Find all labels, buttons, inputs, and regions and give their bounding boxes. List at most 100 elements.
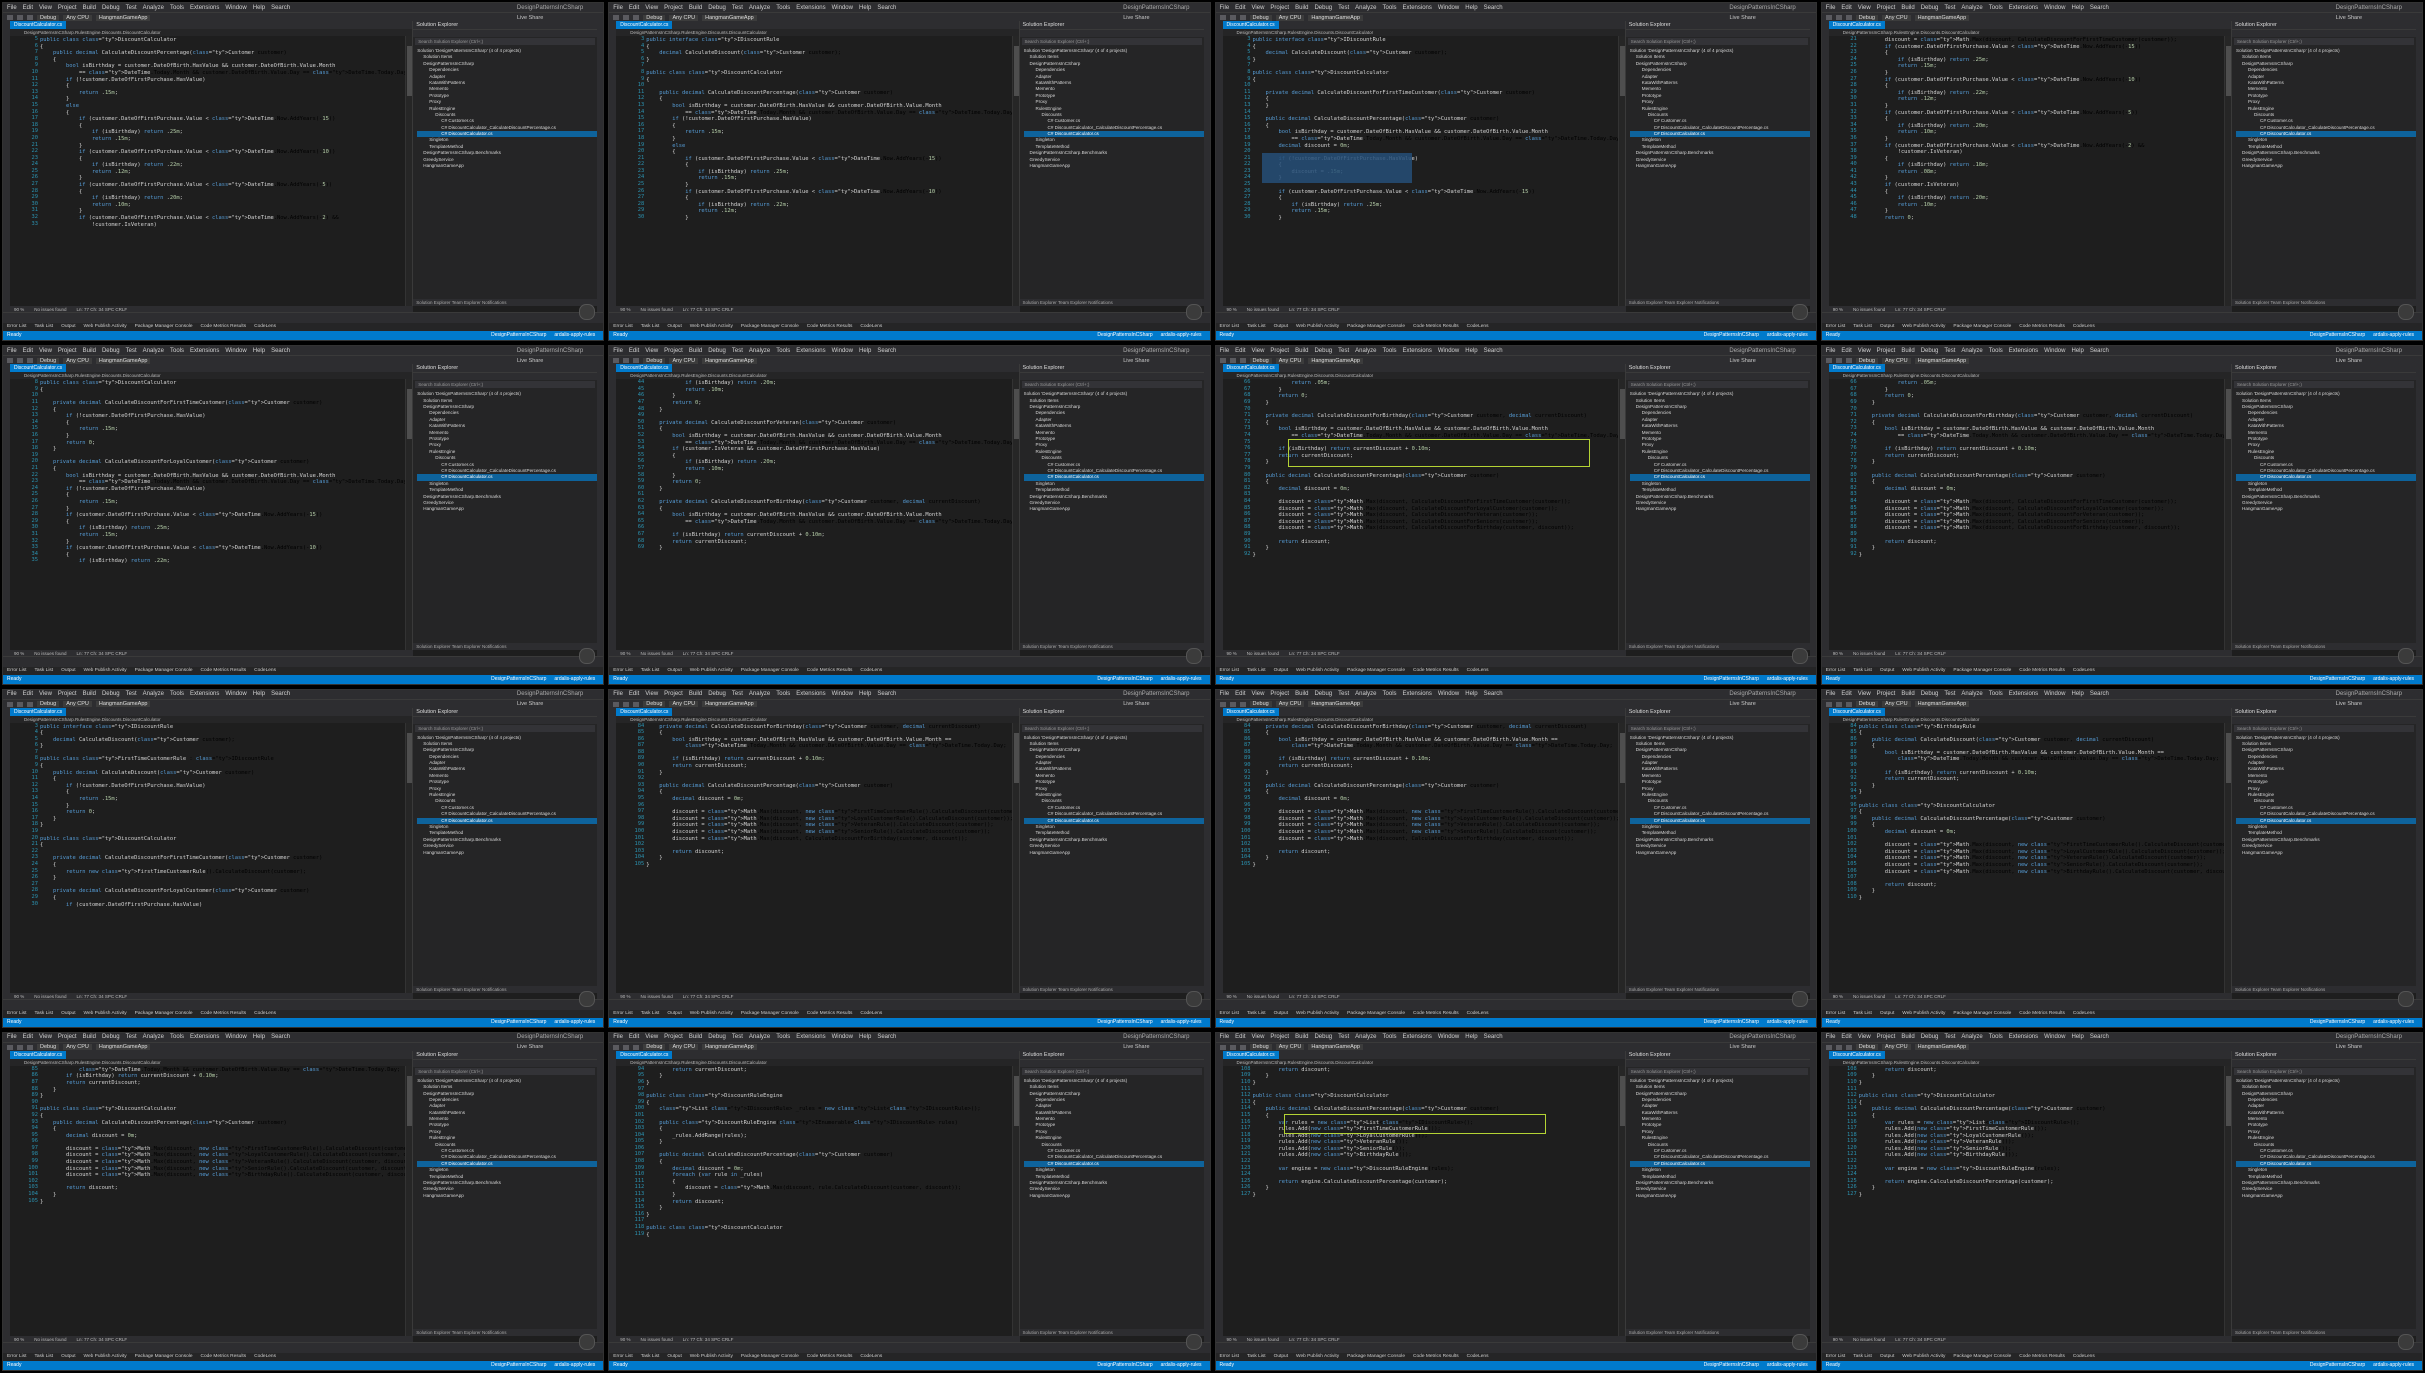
code-line[interactable] bbox=[40, 453, 405, 460]
code-line[interactable]: class="ty">DateTime.Today.Month && custo… bbox=[40, 1067, 405, 1074]
code-line[interactable]: == class="ty">DateTime.Today.Month && cu… bbox=[646, 440, 1011, 447]
bottom-tab[interactable]: Web Publish Activity bbox=[1296, 667, 1339, 675]
menu-item[interactable]: Help bbox=[253, 5, 265, 11]
menu-item[interactable]: Extensions bbox=[2009, 348, 2038, 354]
menu-item[interactable]: Edit bbox=[1841, 5, 1851, 11]
code-line[interactable]: { bbox=[40, 387, 405, 394]
code-line[interactable]: private decimal CalculateDiscountForFirs… bbox=[40, 855, 405, 862]
bottom-tab[interactable]: Task List bbox=[1247, 323, 1266, 331]
bottom-tab[interactable]: Web Publish Activity bbox=[1902, 667, 1945, 675]
solution-tree-item[interactable]: HangmanGameApp bbox=[417, 163, 597, 169]
back-icon[interactable] bbox=[1219, 1044, 1226, 1050]
solution-explorer-tabs[interactable]: Solution Explorer Team Explorer Notifica… bbox=[1019, 1329, 1204, 1336]
bottom-tab[interactable]: CodeLens bbox=[2073, 667, 2095, 675]
code-lines[interactable]: public interface class="ty">IDiscountRul… bbox=[40, 724, 405, 993]
live-share-button[interactable]: Live Share bbox=[1729, 1044, 1755, 1050]
code-line[interactable]: return engine.CalculateDiscountPercentag… bbox=[1859, 1179, 2224, 1186]
menu-item[interactable]: Test bbox=[732, 1034, 743, 1040]
navigation-bar[interactable]: DesignPatternsInCSharp.RulesEngine.Disco… bbox=[616, 715, 1020, 723]
menu-item[interactable]: Build bbox=[1901, 691, 1914, 697]
live-share-button[interactable]: Live Share bbox=[517, 701, 543, 707]
bottom-tab[interactable]: Task List bbox=[34, 1010, 53, 1018]
bottom-tab[interactable]: Error List bbox=[7, 667, 26, 675]
menu-item[interactable]: Edit bbox=[1841, 1034, 1851, 1040]
menu-item[interactable]: Project bbox=[1270, 1034, 1289, 1040]
code-line[interactable]: } bbox=[1859, 1185, 2224, 1192]
menu-item[interactable]: View bbox=[1252, 348, 1265, 354]
solution-tree-item[interactable]: HangmanGameApp bbox=[1630, 850, 1810, 856]
menu-item[interactable]: Build bbox=[1901, 5, 1914, 11]
menu-item[interactable]: Window bbox=[2044, 1034, 2065, 1040]
code-line[interactable]: } bbox=[1859, 895, 2224, 902]
code-line[interactable]: if (customer.DateOfFirstPurchase.Value <… bbox=[40, 545, 405, 552]
bottom-tab[interactable]: Error List bbox=[613, 323, 632, 331]
code-line[interactable]: { bbox=[646, 1159, 1011, 1166]
menu-item[interactable]: Search bbox=[2090, 691, 2109, 697]
menu-item[interactable]: Edit bbox=[23, 348, 33, 354]
code-line[interactable]: } bbox=[1253, 1080, 1618, 1087]
menu-item[interactable]: Debug bbox=[708, 1034, 726, 1040]
menu-item[interactable]: View bbox=[645, 348, 658, 354]
code-line[interactable] bbox=[1859, 875, 2224, 882]
code-line[interactable]: class="ty">DateTime.Today.Month && custo… bbox=[646, 743, 1011, 750]
back-icon[interactable] bbox=[7, 1044, 13, 1050]
menu-item[interactable]: Debug bbox=[1314, 691, 1332, 697]
code-line[interactable]: if (customer.DateOfFirstPurchase.Value <… bbox=[40, 149, 405, 156]
code-line[interactable]: discount = class="ty">Math.Max(discount,… bbox=[40, 1159, 405, 1166]
code-line[interactable]: { bbox=[1859, 50, 2224, 57]
code-line[interactable]: var engine = new class="ty">DiscountRule… bbox=[1253, 1166, 1618, 1173]
menu-item[interactable]: Edit bbox=[629, 348, 639, 354]
bottom-tab[interactable]: Output bbox=[667, 667, 681, 675]
menu-item[interactable]: Edit bbox=[1235, 348, 1245, 354]
menu-item[interactable]: Build bbox=[83, 348, 96, 354]
bottom-tab[interactable]: Code Metrics Results bbox=[807, 323, 853, 331]
avatar[interactable] bbox=[579, 990, 596, 1007]
left-tool-strip[interactable] bbox=[1821, 1050, 1829, 1352]
solution-search-input[interactable]: Search Solution Explorer (Ctrl+;) bbox=[1021, 724, 1202, 732]
code-line[interactable]: { bbox=[646, 426, 1011, 433]
code-line[interactable]: { bbox=[646, 453, 1011, 460]
save-icon[interactable] bbox=[633, 1044, 640, 1050]
bottom-tab[interactable]: CodeLens bbox=[860, 1353, 882, 1361]
menu-item[interactable]: Debug bbox=[102, 1034, 120, 1040]
code-line[interactable]: rules.Add(new class="ty">VeteranRule()); bbox=[1253, 1139, 1618, 1146]
save-icon[interactable] bbox=[1845, 701, 1852, 707]
code-line[interactable] bbox=[1253, 750, 1618, 757]
code-line[interactable]: == class="ty">DateTime.Today.Month && cu… bbox=[40, 70, 405, 77]
back-icon[interactable] bbox=[7, 358, 13, 364]
code-line[interactable]: } bbox=[646, 855, 1011, 862]
code-line[interactable]: bool isBirthday = customer.DateOfBirth.H… bbox=[1253, 737, 1618, 744]
menu-item[interactable]: Edit bbox=[629, 5, 639, 11]
navigation-bar[interactable]: DesignPatternsInCSharp.RulesEngine.Disco… bbox=[1222, 29, 1626, 36]
live-share-button[interactable]: Live Share bbox=[1729, 15, 1755, 21]
bottom-tab[interactable]: Code Metrics Results bbox=[1413, 323, 1459, 331]
code-line[interactable]: } bbox=[1859, 175, 2224, 182]
code-line[interactable]: decimal CalculateDiscount(class="ty">Cus… bbox=[40, 737, 405, 744]
code-line[interactable]: return .10m; bbox=[1859, 129, 2224, 136]
menu-item[interactable]: Search bbox=[877, 1034, 896, 1040]
code-line[interactable]: public decimal CalculateDiscountPercenta… bbox=[1859, 816, 2224, 823]
code-line[interactable]: discount = class="ty">Math.Max(discount,… bbox=[1253, 829, 1618, 836]
code-line[interactable]: if (customer.IsVeteran) bbox=[1859, 182, 2224, 189]
bottom-tab[interactable]: CodeLens bbox=[2073, 323, 2095, 331]
code-line[interactable]: if (isBirthday) return currentDiscount +… bbox=[646, 756, 1011, 763]
code-line[interactable]: { bbox=[1253, 123, 1618, 130]
menu-item[interactable]: Window bbox=[832, 691, 853, 697]
bottom-tab[interactable]: Output bbox=[1880, 323, 1894, 331]
code-editor[interactable]: 44 45 46 47 48 49 50 51 52 53 54 55 56 57 58 59 60 61 62 63… bbox=[616, 379, 1020, 650]
save-icon[interactable] bbox=[27, 15, 33, 20]
menu-item[interactable]: Window bbox=[1438, 348, 1459, 354]
code-line[interactable]: public decimal CalculateDiscountPercenta… bbox=[1253, 116, 1618, 123]
code-line[interactable]: discount = class="ty">Math.Max(discount,… bbox=[1253, 519, 1618, 526]
code-line[interactable]: { bbox=[1253, 77, 1618, 84]
solution-explorer-toolbar[interactable] bbox=[2232, 372, 2416, 381]
code-line[interactable]: } bbox=[1253, 1192, 1618, 1199]
code-editor[interactable]: 3 4 5 6 7 8 9 10 11 12 13 14 15 16 17 18 19 20 21 22 23 24 25 2… bbox=[616, 36, 1020, 307]
code-line[interactable]: decimal discount = 0m; bbox=[1253, 486, 1618, 493]
bottom-tab[interactable]: Output bbox=[61, 1353, 75, 1361]
bottom-tab[interactable]: Error List bbox=[1826, 1353, 1845, 1361]
save-icon[interactable] bbox=[1239, 1044, 1246, 1050]
platform-select[interactable]: Any CPU bbox=[1881, 357, 1911, 364]
config-select[interactable]: Debug bbox=[37, 14, 60, 21]
code-line[interactable]: { bbox=[646, 162, 1011, 169]
